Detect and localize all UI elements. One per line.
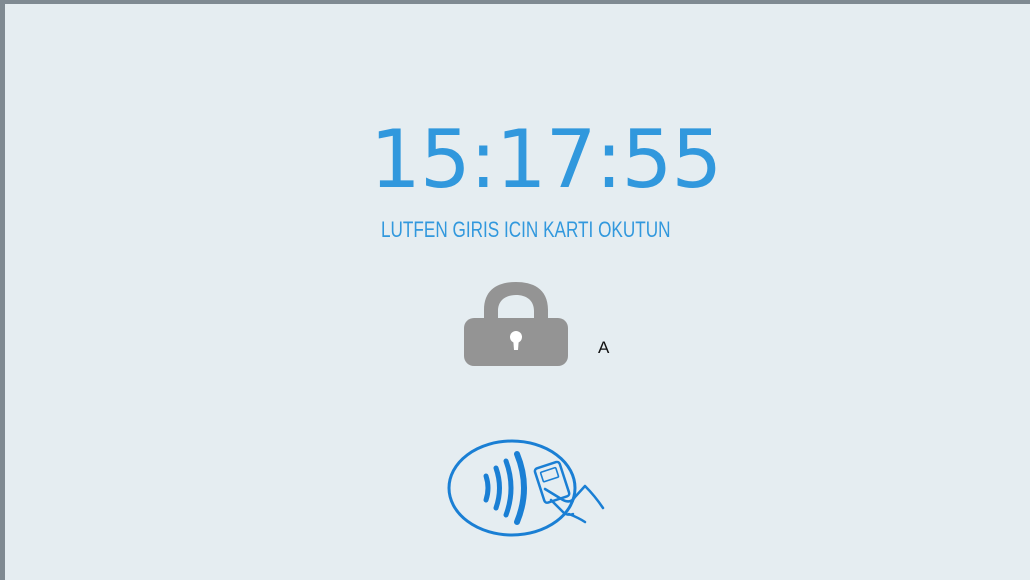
clock-display: 15:17:55 (370, 113, 722, 206)
contactless-card-icon (447, 439, 605, 537)
kiosk-screen: 15:17:55 LUTFEN GIRIS ICIN KARTI OKUTUN … (5, 4, 1030, 580)
card-prompt-text: LUTFEN GIRIS ICIN KARTI OKUTUN (381, 217, 671, 242)
status-indicator: A (598, 338, 610, 357)
lock-icon (464, 282, 568, 366)
